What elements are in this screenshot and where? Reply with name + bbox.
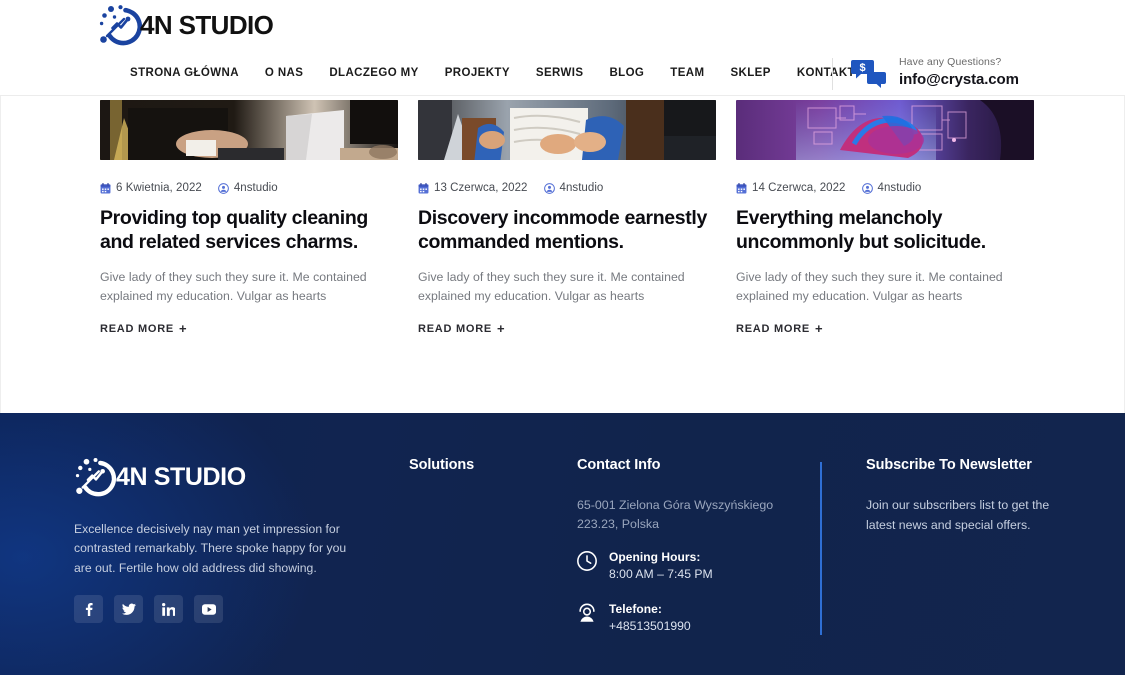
blog-card-date-text: 14 Czerwca, 2022 [752,182,846,194]
nav-item-blog[interactable]: BLOG [596,62,657,84]
blog-card-title[interactable]: Providing top quality cleaning and relat… [100,207,398,255]
site-logo[interactable]: 4N STUDIO [98,3,274,47]
footer-newsletter-title: Subscribe To Newsletter [866,457,1032,473]
youtube-icon[interactable] [194,595,223,623]
blog-card-author-text: 4nstudio [877,182,922,194]
blog-card: 13 Czerwca, 2022 4nstudio Discovery inco… [418,100,716,337]
clock-icon [576,549,598,572]
nav-item-sklep[interactable]: SKLEP [717,62,783,84]
user-circle-icon [861,182,873,194]
blog-card: 6 Kwietnia, 2022 4nstudio Providing top … [100,100,398,337]
header-contact-email[interactable]: info@crysta.com [899,71,1019,90]
read-more-label: READ MORE [418,322,492,335]
blog-card-grid: 6 Kwietnia, 2022 4nstudio Providing top … [100,100,1036,337]
chat-dollar-icon: $ [851,58,887,88]
blog-card-meta: 6 Kwietnia, 2022 4nstudio [100,181,398,195]
social-links [74,595,223,623]
nav-item-dlaczego-my[interactable]: DLACZEGO MY [316,62,431,84]
plus-icon: + [814,321,824,337]
footer-phone-label: Telefone: [609,602,662,616]
footer-phone-lines: Telefone: +48513501990 [609,601,691,635]
blog-card-meta: 13 Czerwca, 2022 4nstudio [418,181,716,195]
user-circle-icon [543,182,555,194]
blog-card-excerpt: Give lady of they such they sure it. Me … [418,269,685,304]
footer-hours-value: 8:00 AM – 7:45 PM [609,567,713,582]
blog-card-author: 4nstudio [217,182,278,194]
footer-hours-label: Opening Hours: [609,550,701,564]
blog-card-excerpt: Give lady of they such they sure it. Me … [736,269,1003,304]
footer-solutions-title: Solutions [409,457,475,473]
footer-telephone: Telefone: +48513501990 [576,601,691,635]
blog-card-author-text: 4nstudio [559,182,604,194]
blog-card: 14 Czerwca, 2022 4nstudio Everything mel… [736,100,1034,337]
main-navigation: STRONA GŁÓWNA O NAS DLACZEGO MY PROJEKTY… [130,62,868,84]
blog-card-title[interactable]: Discovery incommode earnestly commanded … [418,207,716,255]
nav-item-strona-glowna[interactable]: STRONA GŁÓWNA [130,62,252,84]
facebook-icon[interactable] [74,595,103,623]
footer-newsletter-text: Join our subscribers list to get the lat… [866,498,1050,532]
blog-card-date: 14 Czerwca, 2022 [736,182,846,194]
plus-icon: + [178,321,188,337]
header-contact-lines: Have any Questions? info@crysta.com [899,56,1019,90]
calendar-icon [100,182,111,194]
user-circle-icon [217,182,229,194]
4n-studio-logo-icon [98,4,144,46]
read-more-link[interactable]: READ MORE + [736,322,823,335]
header-contact[interactable]: $ Have any Questions? info@crysta.com [851,56,1019,90]
nav-item-team[interactable]: TEAM [657,62,717,84]
footer-logo[interactable]: 4N STUDIO [74,457,246,497]
linkedin-icon[interactable] [154,595,183,623]
blog-card-image[interactable] [100,100,398,160]
support-person-icon [576,601,598,624]
blog-card-excerpt: Give lady of they such they sure it. Me … [100,269,367,304]
blog-card-date-text: 13 Czerwca, 2022 [434,182,528,194]
header-contact-question: Have any Questions? [899,56,1002,68]
footer-vertical-divider [820,462,822,635]
twitter-icon[interactable] [114,595,143,623]
read-more-link[interactable]: READ MORE + [100,322,187,335]
read-more-label: READ MORE [100,322,174,335]
blog-card-image[interactable] [418,100,716,160]
blog-card-image[interactable] [736,100,1034,160]
calendar-icon [736,182,747,194]
blog-card-date: 13 Czerwca, 2022 [418,182,528,194]
nav-item-o-nas[interactable]: O NAS [252,62,316,84]
nav-item-serwis[interactable]: SERWIS [523,62,597,84]
blog-card-author-text: 4nstudio [233,182,278,194]
header-divider [832,58,833,90]
svg-text:$: $ [859,62,865,74]
footer-opening-hours: Opening Hours: 8:00 AM – 7:45 PM [576,549,713,583]
footer-logo-wordmark: 4N STUDIO [116,462,246,491]
footer-address: 65-001 Zielona Góra Wyszyńskiego 223.23,… [577,498,774,532]
blog-card-author: 4nstudio [543,182,604,194]
page-root: 4N STUDIO STRONA GŁÓWNA O NAS DLACZEGO M… [0,0,1125,675]
calendar-icon [418,182,429,194]
site-header: 4N STUDIO STRONA GŁÓWNA O NAS DLACZEGO M… [0,0,1125,96]
read-more-label: READ MORE [736,322,810,335]
blog-card-author: 4nstudio [861,182,922,194]
blog-card-meta: 14 Czerwca, 2022 4nstudio [736,181,1034,195]
logo-wordmark: 4N STUDIO [140,10,274,40]
nav-item-projekty[interactable]: PROJEKTY [432,62,523,84]
footer-contact-title: Contact Info [577,457,661,473]
footer-hours-lines: Opening Hours: 8:00 AM – 7:45 PM [609,549,713,583]
blog-card-title[interactable]: Everything melancholy uncommonly but sol… [736,207,1034,255]
footer-about-text: Excellence decisively nay man yet impres… [74,522,347,575]
plus-icon: + [496,321,506,337]
footer-phone-value[interactable]: +48513501990 [609,618,691,635]
blog-card-date: 6 Kwietnia, 2022 [100,182,202,194]
blog-section: 6 Kwietnia, 2022 4nstudio Providing top … [0,96,1125,413]
blog-card-date-text: 6 Kwietnia, 2022 [116,182,202,194]
read-more-link[interactable]: READ MORE + [418,322,505,335]
4n-studio-logo-icon [74,457,118,497]
